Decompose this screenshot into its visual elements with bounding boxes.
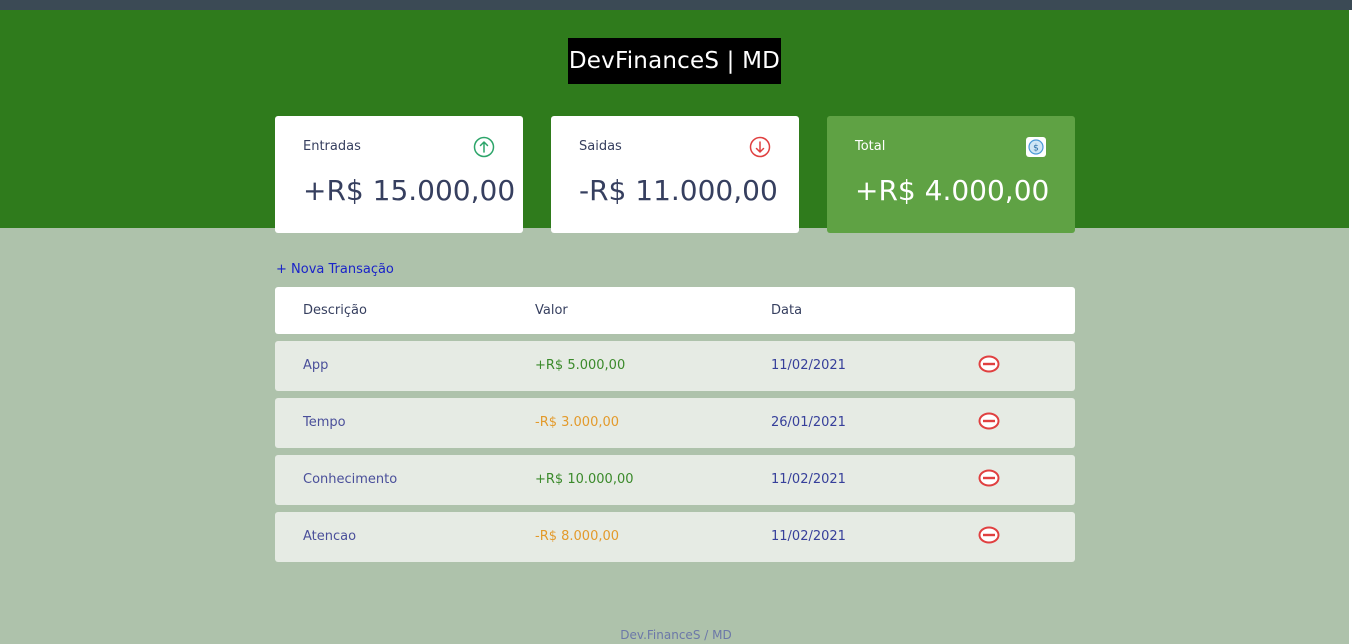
transaction-description: Tempo: [303, 415, 346, 430]
new-transaction-link[interactable]: + Nova Transação: [276, 262, 394, 277]
arrow-down-circle-icon: [749, 136, 771, 158]
expense-card-title: Saidas: [579, 139, 622, 154]
table-row: Conhecimento +R$ 10.000,00 11/02/2021: [275, 455, 1075, 505]
transaction-amount: +R$ 5.000,00: [535, 358, 626, 373]
transaction-description: App: [303, 358, 329, 373]
total-card: Total $ +R$ 4.000,00: [827, 116, 1075, 233]
arrow-up-circle-icon: [473, 136, 495, 158]
column-header-date: Data: [771, 303, 803, 318]
transaction-amount: -R$ 3.000,00: [535, 415, 620, 430]
app-logo: DevFinanceS | MD: [568, 38, 781, 84]
transaction-date: 11/02/2021: [771, 472, 846, 487]
svg-text:$: $: [1033, 144, 1039, 154]
dollar-icon: $: [1025, 136, 1047, 158]
remove-transaction-icon[interactable]: [978, 412, 1000, 430]
table-row: Atencao -R$ 8.000,00 11/02/2021: [275, 512, 1075, 562]
expense-card-value: -R$ 11.000,00: [579, 174, 778, 207]
income-card: Entradas +R$ 15.000,00: [275, 116, 523, 233]
remove-transaction-icon[interactable]: [978, 355, 1000, 373]
income-card-title: Entradas: [303, 139, 361, 154]
table-row: Tempo -R$ 3.000,00 26/01/2021: [275, 398, 1075, 448]
remove-transaction-icon[interactable]: [978, 526, 1000, 544]
page-footer: Dev.FinanceS / MD: [620, 628, 732, 642]
remove-transaction-icon[interactable]: [978, 469, 1000, 487]
transaction-amount: -R$ 8.000,00: [535, 529, 620, 544]
total-card-value: +R$ 4.000,00: [855, 174, 1050, 207]
total-card-title: Total: [855, 139, 886, 154]
browser-top-bar: [0, 0, 1352, 10]
transaction-date: 26/01/2021: [771, 415, 846, 430]
transaction-date: 11/02/2021: [771, 358, 846, 373]
transaction-description: Conhecimento: [303, 472, 398, 487]
column-header-description: Descrição: [303, 303, 367, 318]
column-header-amount: Valor: [535, 303, 568, 318]
expense-card: Saidas -R$ 11.000,00: [551, 116, 799, 233]
transaction-amount: +R$ 10.000,00: [535, 472, 634, 487]
transaction-date: 11/02/2021: [771, 529, 846, 544]
transaction-description: Atencao: [303, 529, 357, 544]
transactions-table-header: Descrição Valor Data: [275, 287, 1075, 334]
income-card-value: +R$ 15.000,00: [303, 174, 516, 207]
table-row: App +R$ 5.000,00 11/02/2021: [275, 341, 1075, 391]
